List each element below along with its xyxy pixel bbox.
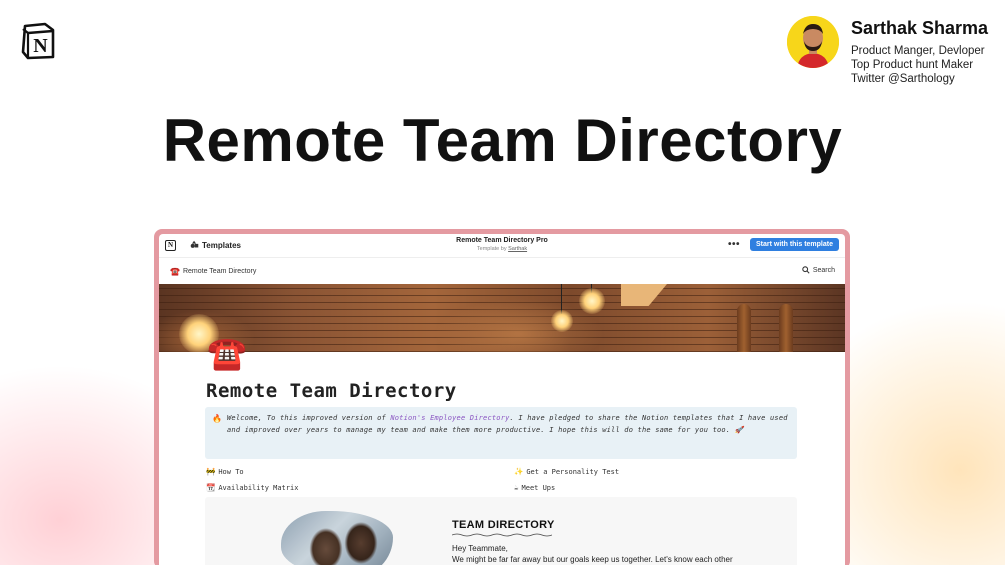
sparkles-icon: ✨ xyxy=(514,467,524,476)
fire-icon: 🔥 xyxy=(212,414,223,423)
welcome-callout: 🔥 Welcome, To this improved version of N… xyxy=(205,407,797,459)
page-icon-telephone[interactable]: ☎️ xyxy=(207,334,247,372)
banner-text: Hey Teammate, We might be far far away b… xyxy=(452,543,752,565)
author-achievement: Top Product hunt Maker xyxy=(851,59,974,71)
callout-text-before: Welcome, To this improved version of xyxy=(227,414,391,422)
banner-greeting: Hey Teammate, xyxy=(452,544,508,553)
breadcrumb[interactable]: ☎️ Remote Team Directory xyxy=(170,267,256,276)
topbar-actions: ••• Start with this template xyxy=(728,238,839,251)
link-meet-ups[interactable]: ☕ Meet Ups xyxy=(514,483,555,492)
notion-window: N Templates Remote Team Directory Pro Te… xyxy=(159,234,845,565)
search-icon xyxy=(802,266,810,274)
link-label: Availability Matrix xyxy=(218,483,299,492)
link-availability-matrix[interactable]: 📆 Availability Matrix xyxy=(206,483,298,492)
avatar-portrait-icon xyxy=(787,16,839,68)
squiggle-underline-icon xyxy=(452,533,552,537)
notion-topbar: N Templates Remote Team Directory Pro Te… xyxy=(159,234,845,258)
search-button[interactable]: Search xyxy=(802,266,835,274)
link-label: Get a Personality Test xyxy=(526,467,620,476)
bulb-glow xyxy=(579,288,605,314)
more-options-icon[interactable]: ••• xyxy=(728,239,740,250)
author-name: Sarthak Sharma xyxy=(851,18,989,38)
bulb-glow xyxy=(551,310,573,332)
calendar-icon: 📆 xyxy=(206,483,216,492)
ceiling-light-panel xyxy=(621,284,667,306)
employee-directory-link[interactable]: Notion's Employee Directory xyxy=(390,414,509,422)
template-byline-prefix: Template by xyxy=(476,246,507,252)
coffee-icon: ☕ xyxy=(514,483,519,492)
banner-body: We might be far far away but our goals k… xyxy=(452,555,733,564)
page-cover-image xyxy=(159,284,845,352)
notion-logo-letter: N xyxy=(33,35,48,57)
author-role: Product Manger, Devloper xyxy=(851,45,985,57)
link-personality-test[interactable]: ✨ Get a Personality Test xyxy=(514,467,619,476)
skateboard-decor xyxy=(779,304,793,352)
avatar xyxy=(787,16,839,68)
skateboard-decor xyxy=(737,304,751,352)
telephone-icon: ☎️ xyxy=(170,266,180,276)
construction-icon: 🚧 xyxy=(206,467,216,476)
template-preview-frame: N Templates Remote Team Directory Pro Te… xyxy=(154,229,850,565)
page-title: Remote Team Directory xyxy=(206,380,457,402)
template-author-link[interactable]: Sarthak xyxy=(508,246,527,252)
hero-title: Remote Team Directory xyxy=(162,107,843,174)
link-label: How To xyxy=(218,467,244,476)
notion-logo-icon: N xyxy=(21,22,55,60)
start-template-button[interactable]: Start with this template xyxy=(749,238,839,251)
author-twitter: Twitter @Sarthology xyxy=(851,73,955,85)
breadcrumb-label: Remote Team Directory xyxy=(182,267,257,275)
search-label: Search xyxy=(812,266,835,274)
page-bar: ☎️ Remote Team Directory Search xyxy=(159,258,845,284)
link-label: Meet Ups xyxy=(521,483,556,492)
link-how-to[interactable]: 🚧 How To xyxy=(206,467,244,476)
team-directory-banner: TEAM DIRECTORY Hey Teammate, We might be… xyxy=(205,497,797,565)
banner-title: TEAM DIRECTORY xyxy=(452,519,555,531)
team-photo xyxy=(281,511,393,565)
author-card: Sarthak Sharma Product Manger, Devloper … xyxy=(787,16,988,86)
